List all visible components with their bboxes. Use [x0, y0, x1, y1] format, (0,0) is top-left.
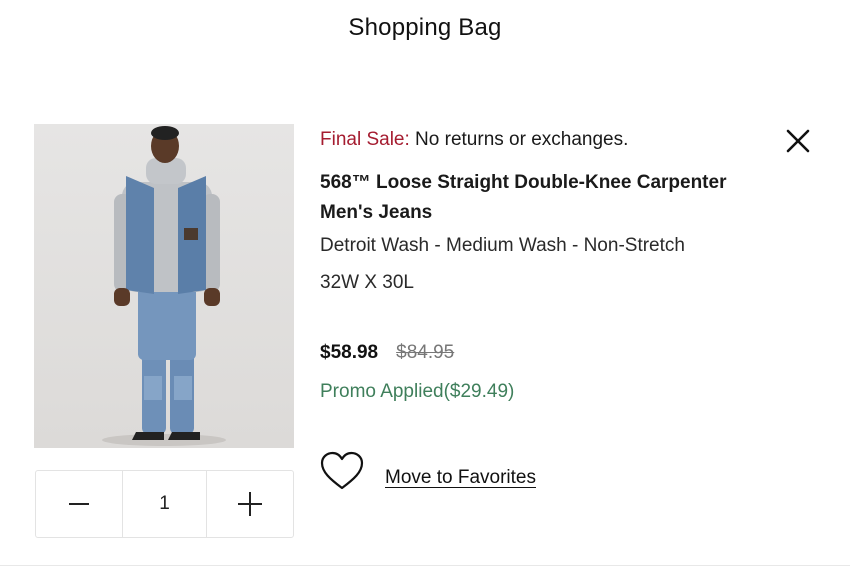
increase-quantity-button[interactable] [207, 471, 293, 537]
close-icon[interactable] [786, 129, 810, 153]
current-price: $58.98 [320, 342, 379, 363]
quantity-value[interactable]: 1 [123, 471, 207, 537]
minus-icon [69, 503, 89, 505]
final-sale-text: No returns or exchanges. [409, 129, 629, 150]
product-variant: Detroit Wash - Medium Wash - Non-Stretch [320, 235, 685, 256]
product-photo [102, 126, 226, 446]
move-to-favorites: Move to Favorites [320, 451, 536, 491]
quantity-stepper: 1 [35, 470, 294, 538]
product-size: 32W X 30L [320, 272, 414, 293]
final-sale-notice: Final Sale: No returns or exchanges. [320, 126, 760, 154]
divider [0, 565, 850, 566]
final-sale-label: Final Sale: [320, 129, 410, 150]
item-details: Final Sale: No returns or exchanges. 568… [320, 126, 760, 295]
original-price: $84.95 [396, 342, 455, 363]
promo-applied: Promo Applied($29.49) [320, 381, 515, 402]
move-to-favorites-link[interactable]: Move to Favorites [385, 467, 536, 489]
decrease-quantity-button[interactable] [36, 471, 123, 537]
page-title: Shopping Bag [348, 14, 502, 41]
plus-icon [238, 492, 262, 516]
heart-icon[interactable] [320, 451, 364, 491]
product-name[interactable]: 568™ Loose Straight Double-Knee Carpente… [320, 168, 760, 228]
price-block: $58.98 $84.95 [320, 342, 454, 364]
product-image[interactable] [34, 124, 294, 448]
